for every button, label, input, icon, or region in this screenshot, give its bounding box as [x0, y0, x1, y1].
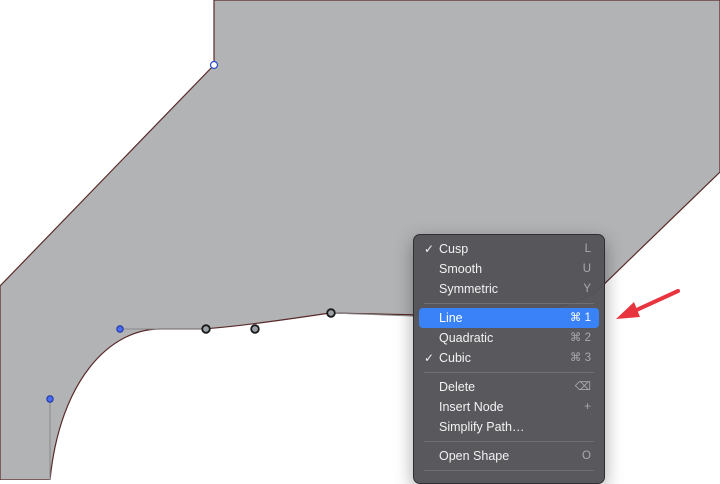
checkmark-icon: ✓	[423, 351, 435, 365]
menu-item-shortcut: +	[584, 401, 591, 413]
handle-point-left[interactable]	[116, 325, 124, 333]
selected-node-1[interactable]	[201, 324, 211, 334]
menu-item-shortcut: L	[584, 243, 591, 255]
menu-item-label: Quadratic	[439, 331, 494, 345]
handle-point-bottom[interactable]	[46, 395, 54, 403]
menu-separator	[424, 441, 594, 442]
menu-item-cubic[interactable]: ✓ Cubic ⌘ 3	[419, 348, 599, 368]
menu-item-shortcut: O	[582, 450, 591, 462]
menu-item-label: Cusp	[439, 242, 469, 256]
vector-canvas[interactable]	[0, 0, 720, 480]
gray-shape[interactable]	[0, 0, 720, 480]
corner-node-top[interactable]	[209, 60, 219, 70]
menu-item-smooth[interactable]: Smooth U	[419, 259, 599, 279]
delete-key-icon: ⌫	[574, 381, 591, 393]
menu-item-quadratic[interactable]: Quadratic ⌘ 2	[419, 328, 599, 348]
menu-item-shortcut: U	[582, 263, 591, 275]
menu-item-label: Simplify Path…	[439, 420, 525, 434]
menu-item-label: Delete	[439, 380, 476, 394]
menu-item-line[interactable]: Line ⌘ 1	[419, 308, 599, 328]
menu-item-label: Open Shape	[439, 449, 510, 463]
menu-item-shortcut: ⌘ 3	[569, 352, 591, 364]
menu-separator	[424, 470, 594, 471]
menu-item-delete[interactable]: Delete ⌫	[419, 377, 599, 397]
menu-item-label: Symmetric	[439, 282, 499, 296]
menu-item-shortcut: Y	[583, 283, 591, 295]
menu-item-open-shape[interactable]: Open Shape O	[419, 446, 599, 466]
menu-item-label: Line	[439, 311, 463, 325]
menu-item-cusp[interactable]: ✓ Cusp L	[419, 239, 599, 259]
menu-separator	[424, 372, 594, 373]
menu-item-label: Insert Node	[439, 400, 504, 414]
red-arrow-icon	[616, 289, 680, 319]
menu-separator	[424, 303, 594, 304]
menu-item-symmetric[interactable]: Symmetric Y	[419, 279, 599, 299]
selected-node-2[interactable]	[250, 324, 260, 334]
node-context-menu: ✓ Cusp L Smooth U Symmetric Y Line ⌘ 1 Q…	[413, 234, 605, 484]
menu-item-label: Cubic	[439, 351, 471, 365]
menu-item-shortcut: ⌘ 1	[569, 312, 591, 324]
menu-item-label: Smooth	[439, 262, 483, 276]
checkmark-icon: ✓	[423, 242, 435, 256]
selected-node-3[interactable]	[326, 308, 336, 318]
menu-item-insert-node[interactable]: Insert Node +	[419, 397, 599, 417]
menu-item-shortcut: ⌘ 2	[569, 332, 591, 344]
menu-item-simplify-path[interactable]: Simplify Path…	[419, 417, 599, 437]
